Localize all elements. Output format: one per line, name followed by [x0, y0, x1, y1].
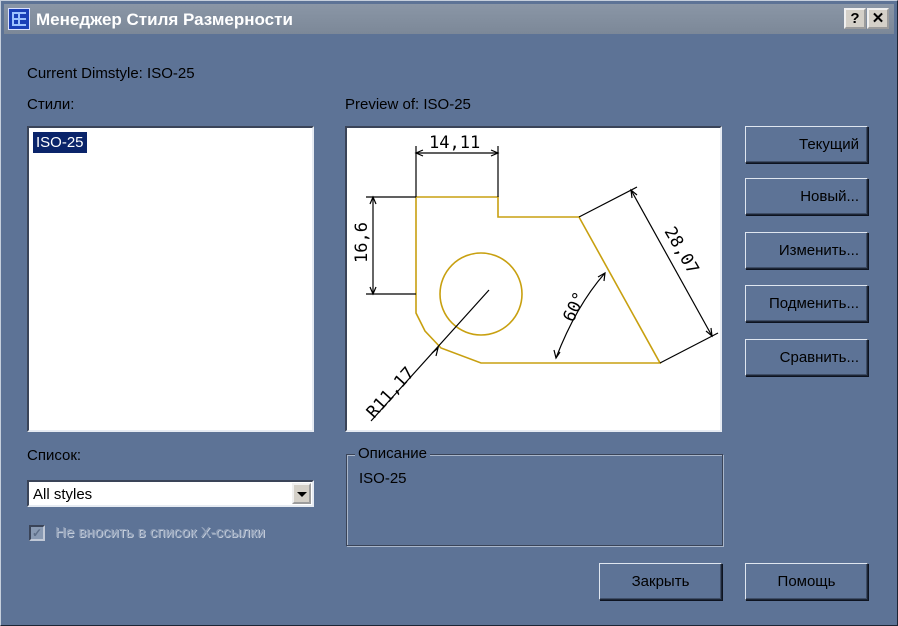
dimension-lines: [366, 146, 719, 422]
xref-exclude-checkbox[interactable]: ✓: [29, 525, 45, 541]
new-style-button[interactable]: Новый...: [745, 178, 868, 215]
preview-label: Preview of: ISO-25: [345, 96, 471, 113]
override-style-button[interactable]: Подменить...: [745, 285, 868, 322]
preview-drawing: 14,11 16,6 28,07 60° R11,17: [352, 133, 719, 422]
style-list-item-iso25[interactable]: ISO-25: [33, 132, 87, 153]
description-title: Описание: [355, 445, 431, 462]
help-button[interactable]: Помощь: [745, 563, 868, 600]
dim-text-horizontal: 14,11: [429, 133, 480, 153]
compare-styles-button[interactable]: Сравнить...: [745, 339, 868, 376]
description-text: ISO-25: [359, 470, 407, 487]
styles-listbox[interactable]: ISO-25: [27, 126, 314, 432]
close-button[interactable]: Закрыть: [599, 563, 722, 600]
dim-style-manager-dialog: Менеджер Стиля Размерности ? ✕ Current D…: [0, 0, 898, 626]
chevron-down-icon[interactable]: [292, 483, 311, 504]
preview-panel: 14,11 16,6 28,07 60° R11,17: [345, 126, 722, 432]
part-outline: [415, 196, 662, 364]
description-groupbox: [346, 454, 723, 546]
part-hole: [439, 252, 523, 336]
list-filter-select[interactable]: All styles: [27, 480, 314, 507]
dim-text-angle: 60°: [559, 289, 590, 325]
styles-label: Стили:: [27, 96, 75, 113]
app-icon: [8, 8, 30, 30]
help-title-button[interactable]: ?: [844, 8, 866, 29]
dim-text-vertical: 16,6: [352, 222, 372, 263]
modify-style-button[interactable]: Изменить...: [745, 232, 868, 269]
current-dimstyle-label: Current Dimstyle: ISO-25: [27, 65, 195, 82]
list-label: Список:: [27, 447, 82, 464]
part-geometry: [415, 196, 662, 364]
dim-text-radius: R11,17: [363, 363, 419, 422]
set-current-button[interactable]: Текущий: [745, 126, 868, 163]
window-title: Менеджер Стиля Размерности: [36, 10, 293, 29]
dim-text-aligned: 28,07: [660, 224, 703, 278]
close-title-button[interactable]: ✕: [867, 8, 889, 29]
dimension-text: 14,11 16,6 28,07 60° R11,17: [352, 133, 703, 422]
list-filter-value: All styles: [33, 486, 93, 503]
xref-exclude-label: Не вносить в список Х-ссылки: [55, 524, 266, 541]
title-bar[interactable]: Менеджер Стиля Размерности ? ✕: [4, 4, 894, 34]
